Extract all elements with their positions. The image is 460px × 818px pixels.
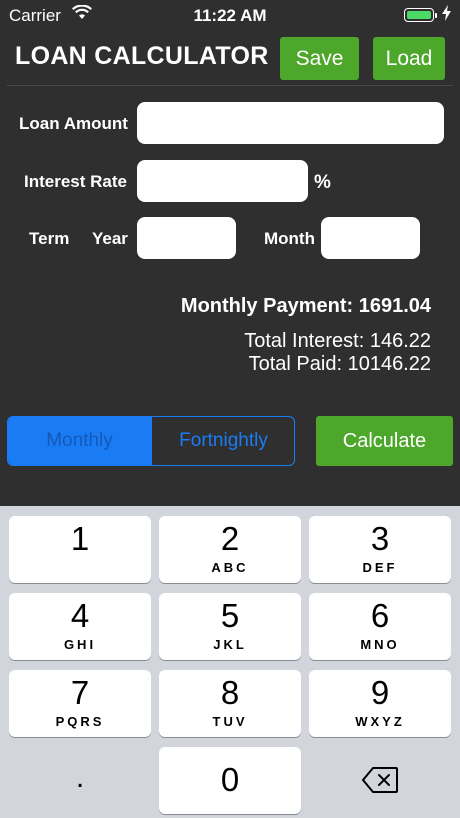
key-letters: WXYZ — [355, 714, 405, 729]
key-3[interactable]: 3 DEF — [309, 516, 451, 583]
key-8[interactable]: 8 TUV — [159, 670, 301, 737]
year-input[interactable] — [137, 217, 236, 259]
key-letters: DEF — [362, 560, 398, 575]
calculate-button[interactable]: Calculate — [316, 416, 453, 466]
page-title: LOAN CALCULATOR — [15, 42, 269, 70]
key-1[interactable]: 1 — [9, 516, 151, 583]
backspace-icon — [362, 767, 398, 798]
key-4[interactable]: 4 GHI — [9, 593, 151, 660]
status-bar: Carrier 11:22 AM — [0, 0, 460, 32]
key-letters: ABC — [211, 560, 249, 575]
key-digit: 8 — [220, 674, 240, 711]
key-digit: 2 — [220, 520, 240, 557]
header-divider — [7, 85, 453, 86]
key-digit: 1 — [70, 520, 90, 557]
month-input[interactable] — [321, 217, 420, 259]
key-letters: JKL — [213, 637, 247, 652]
segment-monthly[interactable]: Monthly — [8, 417, 151, 465]
key-digit: 9 — [370, 674, 390, 711]
key-6[interactable]: 6 MNO — [309, 593, 451, 660]
key-9[interactable]: 9 WXYZ — [309, 670, 451, 737]
backspace-key[interactable] — [309, 747, 451, 814]
key-letters: TUV — [212, 714, 248, 729]
total-paid-text: Total Paid: 10146.22 — [248, 353, 431, 375]
term-label: Term — [29, 229, 70, 248]
segment-fortnightly[interactable]: Fortnightly — [151, 417, 294, 465]
clock: 11:22 AM — [193, 6, 267, 25]
key-0[interactable]: 0 — [159, 747, 301, 814]
year-label: Year — [92, 229, 128, 248]
key-7[interactable]: 7 PQRS — [9, 670, 151, 737]
key-letters: MNO — [360, 637, 400, 652]
charging-bolt-icon — [442, 5, 451, 25]
monthly-payment-text: Monthly Payment: 1691.04 — [180, 295, 431, 317]
loan-amount-input[interactable] — [137, 102, 444, 144]
loan-amount-label: Loan Amount — [19, 114, 128, 133]
total-interest-text: Total Interest: 146.22 — [244, 330, 431, 352]
month-label: Month — [264, 229, 315, 248]
key-digit: 4 — [70, 597, 90, 634]
key-digit: 0 — [220, 761, 240, 798]
load-button[interactable]: Load — [373, 37, 445, 80]
frequency-segmented-control: Monthly Fortnightly — [7, 416, 295, 466]
key-digit: 5 — [220, 597, 240, 634]
key-digit: 6 — [370, 597, 390, 634]
percent-symbol: % — [314, 172, 331, 193]
key-decimal-label: . — [75, 761, 85, 794]
key-digit: 7 — [70, 674, 90, 711]
battery-tip — [435, 13, 437, 18]
key-letters: PQRS — [55, 714, 105, 729]
key-decimal[interactable]: . — [9, 747, 151, 814]
key-2[interactable]: 2 ABC — [159, 516, 301, 583]
key-5[interactable]: 5 JKL — [159, 593, 301, 660]
key-letters: GHI — [63, 637, 97, 652]
battery-icon — [404, 8, 434, 22]
interest-rate-label: Interest Rate — [24, 172, 127, 191]
save-button[interactable]: Save — [280, 37, 359, 80]
interest-rate-input[interactable] — [137, 160, 308, 202]
numeric-keypad: 1 2 ABC 3 DEF 4 GHI 5 JKL 6 MNO 7 PQRS 8… — [0, 506, 460, 818]
key-digit: 3 — [370, 520, 390, 557]
